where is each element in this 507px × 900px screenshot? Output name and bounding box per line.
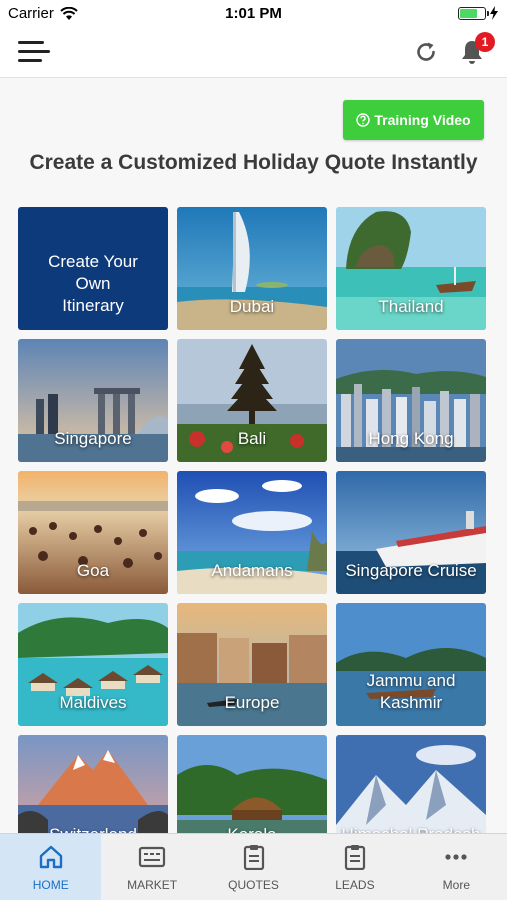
menu-icon[interactable] bbox=[18, 41, 50, 65]
tab-leads[interactable]: LEADS bbox=[304, 834, 405, 900]
tab-label: LEADS bbox=[335, 878, 375, 892]
tile-thailand[interactable]: Thailand bbox=[336, 207, 486, 330]
switzerland-image bbox=[18, 735, 168, 833]
tile-label: Kerala bbox=[177, 824, 327, 833]
destination-grid: Create Your Own Itinerary Dubai Thailand bbox=[18, 207, 486, 833]
status-time: 1:01 PM bbox=[225, 5, 282, 22]
tile-bali[interactable]: Bali bbox=[177, 339, 327, 462]
tile-singapore-cruise[interactable]: Singapore Cruise bbox=[336, 471, 486, 594]
tab-label: MARKET bbox=[127, 878, 178, 892]
battery-indicator bbox=[458, 6, 499, 20]
bottom-tab-bar: HOME MARKET QUOTES LEADS More bbox=[0, 833, 507, 900]
tile-himachal-pradesh[interactable]: Himachal Pradesh bbox=[336, 735, 486, 833]
tab-quotes[interactable]: QUOTES bbox=[203, 834, 304, 900]
quotes-icon bbox=[243, 845, 264, 870]
tile-create-itinerary[interactable]: Create Your Own Itinerary bbox=[18, 207, 168, 330]
status-bar: Carrier 1:01 PM bbox=[0, 0, 507, 28]
tile-dubai[interactable]: Dubai bbox=[177, 207, 327, 330]
kerala-image bbox=[177, 735, 327, 833]
more-icon bbox=[445, 854, 467, 860]
notification-badge: 1 bbox=[475, 32, 495, 52]
tile-label: Andamans bbox=[211, 561, 293, 580]
tab-more[interactable]: More bbox=[406, 834, 507, 900]
tile-label: Singapore Cruise bbox=[345, 561, 477, 580]
tile-kerala[interactable]: Kerala bbox=[177, 735, 327, 833]
tile-label: Dubai bbox=[229, 297, 275, 316]
page-title: Create a Customized Holiday Quote Instan… bbox=[29, 151, 478, 174]
tile-jammu-kashmir[interactable]: Jammu and Kashmir bbox=[336, 603, 486, 726]
tab-market[interactable]: MARKET bbox=[101, 834, 202, 900]
tile-singapore[interactable]: Singapore bbox=[18, 339, 168, 462]
tile-label: Singapore bbox=[54, 429, 132, 448]
tile-label: Switzerland bbox=[18, 824, 168, 833]
tab-label: More bbox=[442, 878, 470, 892]
tab-label: HOME bbox=[32, 878, 69, 892]
tile-label: Jammu and Kashmir bbox=[366, 671, 456, 712]
tile-label: Goa bbox=[76, 561, 110, 580]
tile-label: Europe bbox=[224, 693, 280, 712]
training-video-label: Training Video bbox=[374, 112, 471, 128]
charging-bolt-icon bbox=[490, 6, 498, 20]
tile-goa[interactable]: Goa bbox=[18, 471, 168, 594]
tab-label: QUOTES bbox=[228, 878, 279, 892]
tile-label: Thailand bbox=[378, 297, 444, 316]
tile-switzerland[interactable]: Switzerland bbox=[18, 735, 168, 833]
tile-label: Hong Kong bbox=[368, 429, 454, 448]
tile-andamans[interactable]: Andamans bbox=[177, 471, 327, 594]
tile-label: Bali bbox=[237, 429, 267, 448]
training-video-button[interactable]: Training Video bbox=[343, 100, 484, 140]
market-icon bbox=[139, 846, 166, 868]
app-header: 1 bbox=[0, 28, 507, 78]
refresh-icon[interactable] bbox=[413, 39, 439, 65]
leads-icon bbox=[344, 845, 366, 870]
tile-label: Create Your Own Itinerary bbox=[48, 252, 138, 315]
tile-hong-kong[interactable]: Hong Kong bbox=[336, 339, 486, 462]
battery-icon bbox=[458, 6, 489, 20]
tab-home[interactable]: HOME bbox=[0, 834, 102, 900]
home-icon bbox=[39, 845, 62, 869]
himachal-image bbox=[336, 735, 486, 833]
tile-label: Maldives bbox=[59, 693, 127, 712]
tile-label: Himachal Pradesh bbox=[336, 824, 486, 833]
help-circle-icon bbox=[356, 113, 371, 127]
tile-maldives[interactable]: Maldives bbox=[18, 603, 168, 726]
tile-europe[interactable]: Europe bbox=[177, 603, 327, 726]
